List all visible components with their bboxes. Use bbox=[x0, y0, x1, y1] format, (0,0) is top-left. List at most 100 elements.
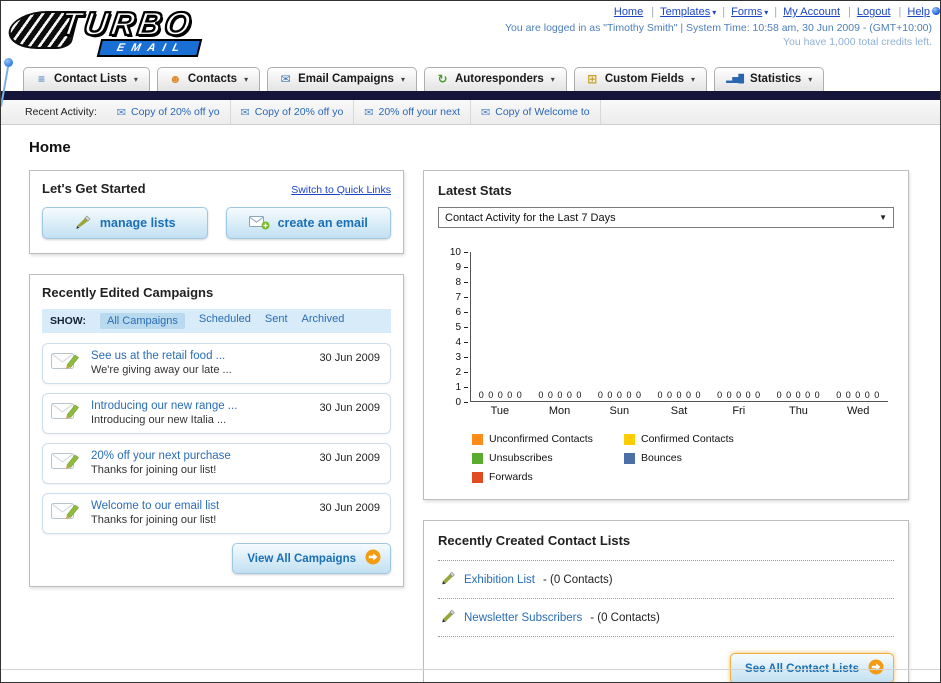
switch-to-quick-links-link[interactable]: Switch to Quick Links bbox=[291, 184, 391, 196]
chart-x-labels: Tue Mon Sun Sat Fri Thu Wed bbox=[470, 405, 888, 417]
filter-sent[interactable]: Sent bbox=[265, 313, 288, 329]
view-all-campaigns-button[interactable]: View All Campaigns bbox=[232, 543, 391, 574]
recent-activity-item[interactable]: ✉ Copy of 20% off yo bbox=[107, 100, 231, 124]
chart-x-label: Sun bbox=[609, 405, 630, 417]
chart-x-label: Wed bbox=[846, 405, 870, 417]
top-link-logout[interactable]: Logout bbox=[857, 6, 891, 18]
chart-y-axis: 10 9 8 7 6 5 4 3 2 1 0 bbox=[444, 247, 470, 408]
legend-item: Unconfirmed Contacts bbox=[472, 433, 624, 445]
recent-activity-bar: Recent Activity: ✉ Copy of 20% off yo ✉ … bbox=[1, 100, 940, 125]
nav-tab-row: ≡ Contact Lists ▾ ☻ Contacts ▾ ✉ Email C… bbox=[1, 67, 940, 91]
top-link-home[interactable]: Home bbox=[614, 6, 643, 18]
legend-label: Confirmed Contacts bbox=[641, 433, 734, 445]
custom-fields-icon: ⊞ bbox=[587, 72, 598, 86]
latest-stats-panel: Latest Stats Contact Activity for the La… bbox=[423, 170, 909, 500]
chart-value-group: 0 0 0 0 0 bbox=[776, 390, 821, 400]
chart-value-group: 0 0 0 0 0 bbox=[836, 390, 881, 400]
turbo-email-logo[interactable]: TURBO EMAIL bbox=[4, 3, 287, 59]
top-links: Home Templates ▾ Forms ▾ My Accoun bbox=[505, 6, 932, 18]
envelope-icon: ✉ bbox=[481, 106, 491, 119]
legend-label: Bounces bbox=[641, 452, 682, 464]
chevron-down-icon: ▾ bbox=[764, 7, 769, 17]
envelope-icon: ✉ bbox=[116, 106, 126, 119]
logo-callout-dot-icon bbox=[4, 58, 13, 67]
recent-activity-label: Recent Activity: bbox=[25, 106, 97, 118]
tab-autoresponders[interactable]: ↻ Autoresponders ▾ bbox=[423, 67, 567, 91]
contacts-icon: ☻ bbox=[169, 72, 182, 86]
campaign-list-item[interactable]: Introducing our new range ... Introducin… bbox=[42, 393, 391, 434]
stats-period-select[interactable]: Contact Activity for the Last 7 Days ▼ bbox=[438, 207, 894, 228]
campaign-date: 30 Jun 2009 bbox=[319, 352, 380, 364]
contact-list-item[interactable]: Newsletter Subscribers - (0 Contacts) bbox=[438, 598, 894, 637]
see-all-contact-lists-button[interactable]: See All Contact Lists bbox=[730, 653, 894, 682]
tab-custom-fields[interactable]: ⊞ Custom Fields ▾ bbox=[573, 67, 708, 91]
create-email-button[interactable]: create an email bbox=[225, 207, 391, 239]
chart-x-label: Mon bbox=[548, 405, 571, 417]
recent-activity-item[interactable]: ✉ Copy of 20% off yo bbox=[231, 100, 355, 124]
campaign-title-link[interactable]: See us at the retail food ... bbox=[91, 350, 302, 362]
recently-edited-campaigns-panel: Recently Edited Campaigns SHOW: All Camp… bbox=[29, 274, 404, 587]
recent-activity-item[interactable]: ✉ 20% off your next bbox=[354, 100, 472, 124]
top-link-forms[interactable]: Forms bbox=[731, 6, 762, 18]
get-started-panel: Let's Get Started Switch to Quick Links … bbox=[29, 170, 404, 254]
filter-archived[interactable]: Archived bbox=[302, 313, 345, 329]
chart-legend: Unconfirmed Contacts Confirmed Contacts … bbox=[472, 433, 894, 483]
campaign-title-link[interactable]: 20% off your next purchase bbox=[91, 450, 302, 462]
chevron-down-icon: ▾ bbox=[808, 74, 813, 84]
email-campaigns-icon: ✉ bbox=[280, 72, 291, 86]
top-link-my-account[interactable]: My Account bbox=[783, 6, 840, 18]
chevron-down-icon: ▾ bbox=[691, 74, 696, 84]
envelope-pencil-icon bbox=[51, 500, 82, 527]
campaign-list-item[interactable]: Welcome to our email list Thanks for joi… bbox=[42, 493, 391, 534]
envelope-pencil-icon bbox=[51, 350, 82, 377]
envelope-icon: ✉ bbox=[364, 106, 374, 119]
pencil-icon bbox=[440, 608, 456, 627]
chart-x-label: Tue bbox=[490, 405, 510, 417]
tab-statistics[interactable]: ▂▅█ Statistics ▾ bbox=[714, 67, 825, 91]
legend-swatch-icon bbox=[472, 471, 483, 483]
nav-tab-label: Contact Lists bbox=[54, 73, 127, 85]
statistics-icon: ▂▅█ bbox=[726, 74, 745, 83]
legend-swatch-icon bbox=[624, 433, 635, 445]
campaign-list-item[interactable]: 20% off your next purchase Thanks for jo… bbox=[42, 443, 391, 484]
contact-list-item[interactable]: Exhibition List - (0 Contacts) bbox=[438, 560, 894, 598]
pencil-icon bbox=[440, 570, 456, 589]
envelope-pencil-icon bbox=[51, 450, 82, 477]
campaign-title-link[interactable]: Introducing our new range ... bbox=[91, 400, 302, 412]
select-dropdown-icon: ▼ bbox=[879, 213, 887, 222]
campaign-title-link[interactable]: Welcome to our email list bbox=[91, 500, 302, 512]
logo-text-secondary: EMAIL bbox=[96, 39, 203, 57]
recent-activity-item-label: 20% off your next bbox=[378, 106, 461, 118]
campaign-list: See us at the retail food ... We're givi… bbox=[42, 343, 391, 534]
legend-item: Unsubscribes bbox=[472, 452, 624, 464]
tab-contacts[interactable]: ☻ Contacts ▾ bbox=[156, 67, 261, 91]
nav-tab-label: Custom Fields bbox=[604, 73, 685, 85]
campaign-list-item[interactable]: See us at the retail food ... We're givi… bbox=[42, 343, 391, 384]
contact-lists-icon: ≡ bbox=[37, 72, 45, 86]
contact-list-name-link[interactable]: Newsletter Subscribers bbox=[464, 612, 582, 624]
filter-scheduled[interactable]: Scheduled bbox=[199, 313, 251, 329]
legend-label: Forwards bbox=[489, 471, 533, 483]
show-label: SHOW: bbox=[50, 315, 86, 327]
page-title: Home bbox=[29, 139, 71, 156]
top-link-help[interactable]: Help bbox=[907, 6, 930, 18]
tab-email-campaigns[interactable]: ✉ Email Campaigns ▾ bbox=[267, 67, 417, 91]
logo-text-primary: TURBO bbox=[57, 4, 197, 43]
legend-swatch-icon bbox=[624, 452, 635, 464]
left-column: Let's Get Started Switch to Quick Links … bbox=[29, 170, 404, 587]
campaign-filter-bar: SHOW: All Campaigns Scheduled Sent Archi… bbox=[42, 309, 391, 333]
recent-activity-items: ✉ Copy of 20% off yo ✉ Copy of 20% off y… bbox=[107, 100, 601, 124]
stats-period-value: Contact Activity for the Last 7 Days bbox=[445, 211, 616, 224]
tab-contact-lists[interactable]: ≡ Contact Lists ▾ bbox=[23, 67, 150, 91]
recent-activity-item[interactable]: ✉ Copy of Welcome to bbox=[471, 100, 601, 124]
contact-list-name-link[interactable]: Exhibition List bbox=[464, 574, 535, 586]
arrow-right-icon bbox=[365, 549, 381, 568]
contact-lists-panel-title: Recently Created Contact Lists bbox=[438, 533, 631, 548]
filter-all-campaigns[interactable]: All Campaigns bbox=[99, 313, 185, 329]
chart-value-group: 0 0 0 0 0 bbox=[597, 390, 642, 400]
chart-value-group: 0 0 0 0 0 bbox=[478, 390, 523, 400]
campaign-date: 30 Jun 2009 bbox=[319, 502, 380, 514]
manage-lists-button[interactable]: manage lists bbox=[42, 207, 208, 239]
top-link-templates[interactable]: Templates bbox=[660, 6, 710, 18]
legend-swatch-icon bbox=[472, 452, 483, 464]
